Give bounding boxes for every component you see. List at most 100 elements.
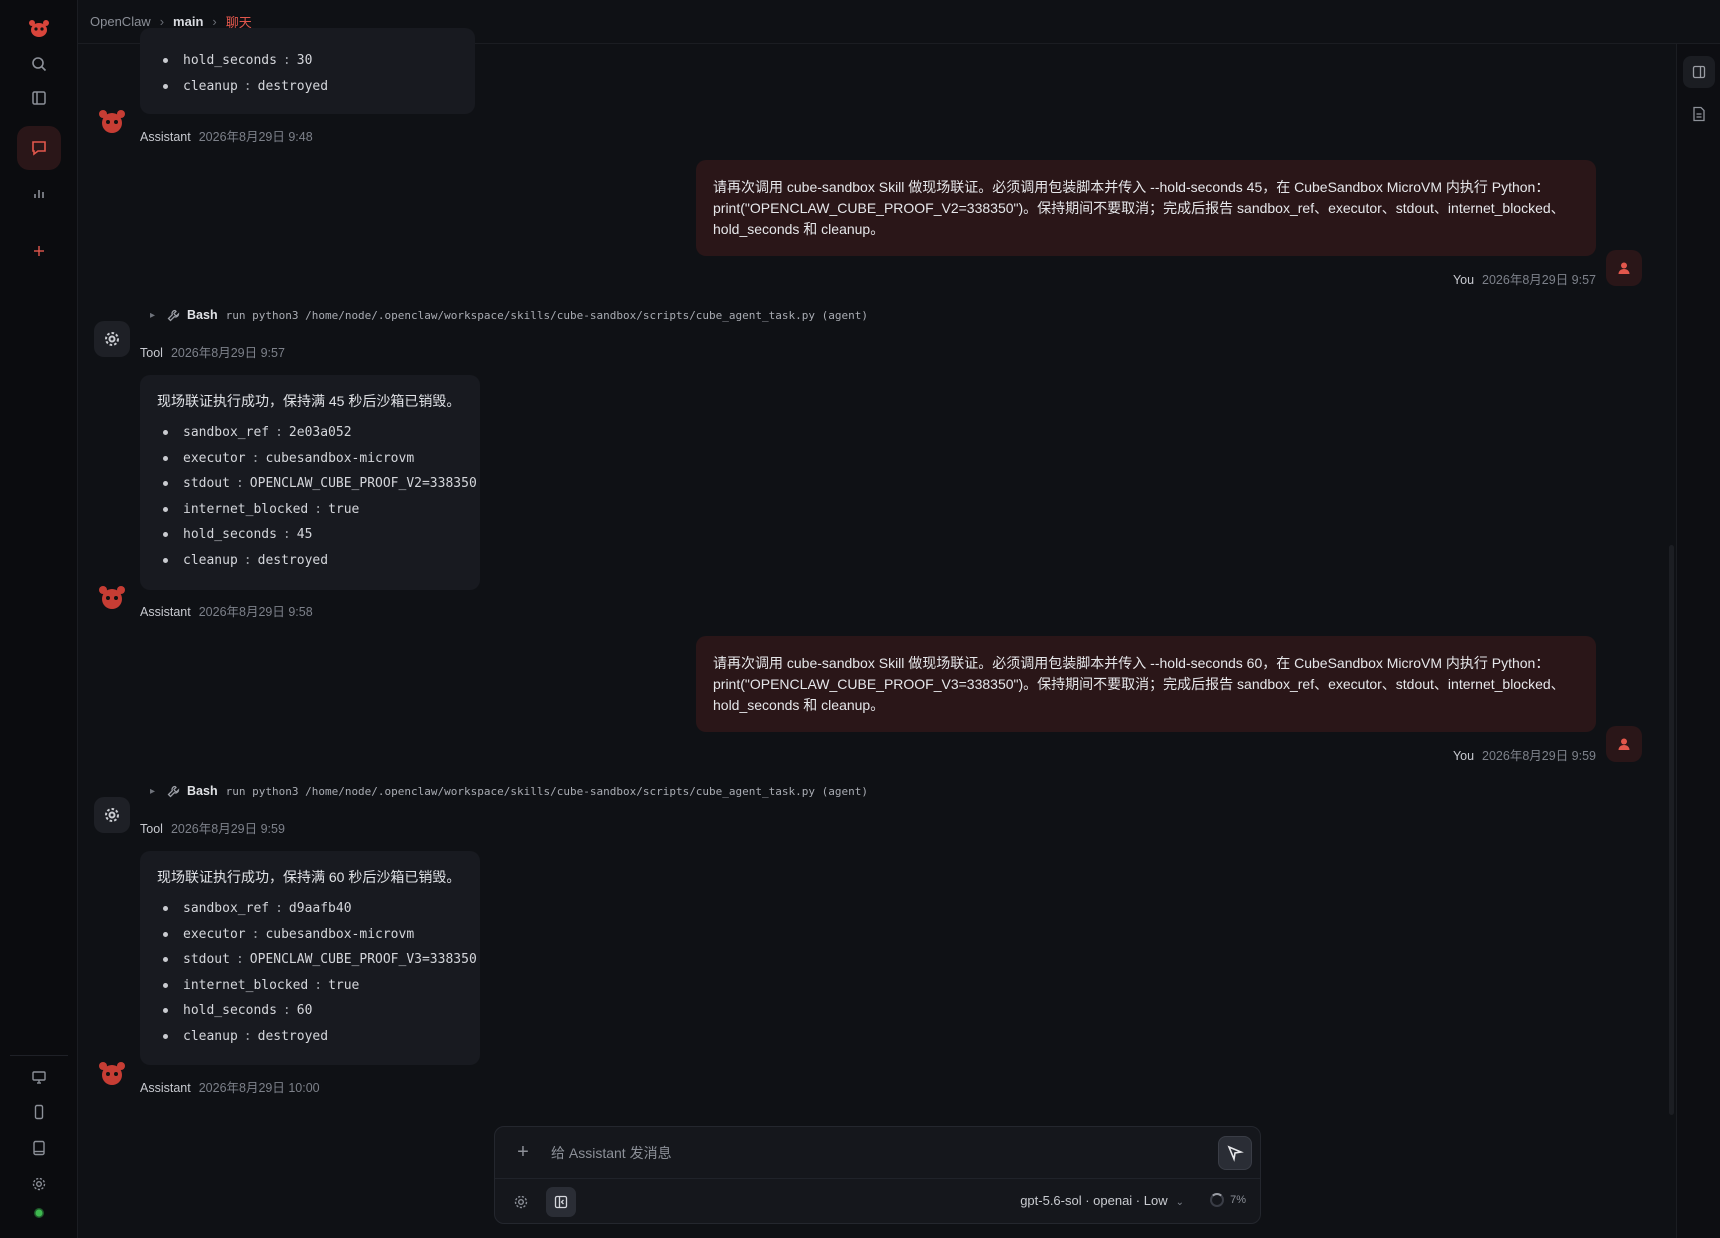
assistant-message-lead: 现场联证执行成功，保持满 60 秒后沙箱已销毁。	[157, 869, 461, 885]
attach-plus-icon[interactable]: +	[495, 1141, 551, 1164]
field-key: hold_seconds	[183, 527, 277, 543]
timestamp: 2026年8月29日 9:58	[198, 605, 313, 619]
field-key: sandbox_ref	[183, 425, 270, 441]
field-value: destroyed	[257, 552, 329, 568]
sender-name: Assistant	[140, 130, 191, 144]
user-message-bubble: 请再次调用 cube-sandbox Skill 做现场联证。必须调用包装脚本并…	[696, 636, 1596, 732]
list-item: hold_seconds:60	[157, 998, 463, 1024]
field-value: destroyed	[257, 1028, 329, 1044]
chevron-down-icon: ⌄	[1175, 1197, 1184, 1208]
field-key: internet_blocked	[183, 501, 309, 517]
field-value: OPENCLAW_CUBE_PROOF_V3=338350	[249, 952, 477, 968]
field-key: internet_blocked	[183, 977, 309, 993]
message-meta: You 2026年8月29日 9:59	[1453, 745, 1596, 764]
panel-button[interactable]	[546, 1187, 576, 1217]
plus-icon[interactable]	[17, 229, 61, 273]
timestamp: 2026年8月29日 10:00	[198, 1081, 320, 1095]
layout-icon[interactable]	[17, 76, 61, 120]
breadcrumb-branch[interactable]: main	[173, 14, 203, 29]
timestamp: 2026年8月29日 9:57	[1482, 273, 1596, 287]
list-item: stdout: OPENCLAW_CUBE_PROOF_V3=338350	[157, 947, 477, 973]
field-value: d9aafb40	[288, 901, 352, 917]
gear-icon	[514, 1195, 528, 1209]
list-item: cleanup: destroyed	[157, 74, 458, 100]
field-value: true	[328, 977, 360, 993]
list-item: hold_seconds:45	[157, 522, 463, 548]
breadcrumb-separator: ›	[212, 14, 217, 29]
message-meta: Assistant 2026年8月29日 9:58	[140, 601, 313, 620]
list-item: hold_seconds:30	[157, 48, 458, 74]
tool-command: run python3 /home/node/.openclaw/workspa…	[225, 308, 868, 322]
tool-name: Bash	[187, 308, 218, 322]
sender-name: You	[1452, 273, 1475, 287]
message-meta: You 2026年8月29日 9:57	[1453, 269, 1596, 288]
field-key: hold_seconds	[183, 53, 277, 69]
model-selector[interactable]: gpt-5.6-sol · openai · Low ⌄	[1020, 1193, 1184, 1208]
timestamp: 2026年8月29日 9:57	[170, 346, 285, 360]
list-item: cleanup: destroyed	[157, 548, 463, 574]
chart-icon[interactable]	[17, 171, 61, 215]
wrench-icon	[167, 309, 180, 321]
field-key: executor	[183, 450, 246, 466]
list-item: stdout: OPENCLAW_CUBE_PROOF_V2=338350	[157, 471, 477, 497]
field-value: true	[328, 501, 360, 517]
context-percent: 7%	[1230, 1194, 1246, 1206]
field-key: cleanup	[183, 1028, 238, 1044]
field-key: cleanup	[183, 552, 238, 568]
list-item: internet_blocked: true	[157, 973, 463, 999]
user-avatar-icon	[1606, 250, 1642, 286]
wrench-icon	[167, 785, 180, 797]
document-icon[interactable]	[1683, 98, 1715, 130]
user-message-text: 请再次调用 cube-sandbox Skill 做现场联证。必须调用包装脚本并…	[713, 179, 1565, 237]
field-value: cubesandbox-microvm	[265, 926, 415, 942]
assistant-message-bubble: hold_seconds:30 cleanup: destroyed	[140, 28, 475, 114]
chevron-right-icon[interactable]: ▸	[150, 786, 155, 797]
composer-input-row: + 给 Assistant 发消息	[495, 1127, 1260, 1179]
field-value: 30	[296, 53, 313, 69]
chevron-right-icon[interactable]: ▸	[150, 310, 155, 321]
sender-name: Assistant	[140, 605, 191, 619]
list-item: executor: cubesandbox-microvm	[157, 922, 463, 948]
left-rail	[0, 0, 78, 1238]
timestamp: 2026年8月29日 9:59	[1482, 749, 1596, 763]
assistant-message-lead: 现场联证执行成功，保持满 45 秒后沙箱已销毁。	[157, 393, 461, 409]
user-message-bubble: 请再次调用 cube-sandbox Skill 做现场联证。必须调用包装脚本并…	[696, 160, 1596, 256]
timestamp: 2026年8月29日 9:59	[170, 822, 285, 836]
settings-button[interactable]	[506, 1187, 536, 1217]
scrollbar[interactable]	[1669, 545, 1674, 1115]
send-icon	[1227, 1145, 1244, 1162]
assistant-avatar-icon	[94, 104, 130, 140]
tool-avatar-gear-icon	[94, 797, 130, 833]
field-value: destroyed	[257, 78, 329, 94]
list-item: sandbox_ref: d9aafb40	[157, 896, 463, 922]
message-input[interactable]: 给 Assistant 发消息	[551, 1143, 672, 1163]
status-dot	[17, 1191, 61, 1235]
message-meta: Assistant 2026年8月29日 10:00	[140, 1077, 320, 1096]
message-meta: Assistant 2026年8月29日 9:48	[140, 126, 313, 145]
field-value: 60	[296, 1003, 313, 1019]
field-key: stdout	[183, 952, 230, 968]
sender-name: Assistant	[140, 1081, 191, 1095]
field-value: 45	[296, 527, 313, 543]
send-button[interactable]	[1218, 1136, 1252, 1170]
list-item: cleanup: destroyed	[157, 1024, 463, 1050]
message-composer: + 给 Assistant 发消息 gpt-5.6-sol · openai ·…	[494, 1126, 1261, 1224]
list-item: executor: cubesandbox-microvm	[157, 446, 463, 472]
list-item: sandbox_ref:2e03a052	[157, 420, 463, 446]
panel-toggle-icon[interactable]	[1683, 56, 1715, 88]
field-value: cubesandbox-microvm	[265, 450, 415, 466]
tool-avatar-gear-icon	[94, 321, 130, 357]
assistant-message-bubble: 现场联证执行成功，保持满 45 秒后沙箱已销毁。 sandbox_ref:2e0…	[140, 375, 480, 590]
field-value: 2e03a052	[288, 425, 352, 441]
sender-name: Tool	[140, 346, 163, 360]
user-avatar-icon	[1606, 726, 1642, 762]
user-message-text: 请再次调用 cube-sandbox Skill 做现场联证。必须调用包装脚本并…	[713, 655, 1565, 713]
sender-name: Tool	[140, 822, 163, 836]
breadcrumb-root[interactable]: OpenClaw	[90, 14, 151, 29]
right-rail	[1676, 44, 1720, 1238]
field-key: hold_seconds	[183, 1003, 277, 1019]
tool-call-line[interactable]: ▸ Bash run python3 /home/node/.openclaw/…	[150, 784, 868, 798]
field-key: executor	[183, 926, 246, 942]
chat-icon[interactable]	[17, 126, 61, 170]
tool-call-line[interactable]: ▸ Bash run python3 /home/node/.openclaw/…	[150, 308, 868, 322]
